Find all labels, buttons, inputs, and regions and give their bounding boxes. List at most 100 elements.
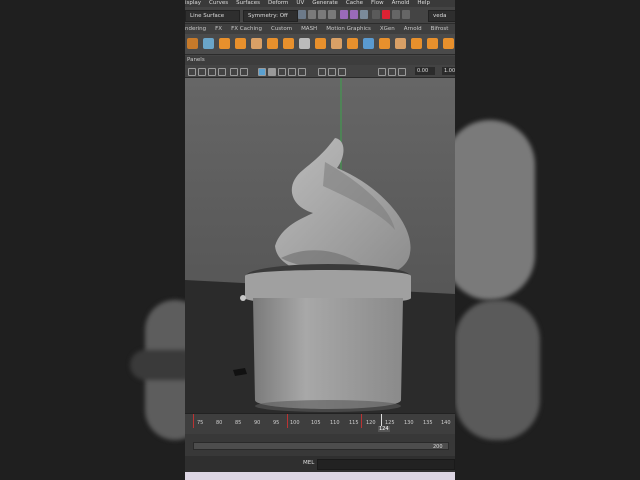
render-settings-icon[interactable] — [360, 10, 368, 19]
range-slider[interactable]: 200 — [185, 434, 455, 456]
panel-menu-bar: Panels — [185, 56, 455, 65]
shelf-tool-8-icon[interactable] — [299, 38, 310, 49]
snap-point-icon[interactable] — [328, 10, 336, 19]
menuset-dropdown[interactable]: Line Surface — [185, 10, 240, 22]
menu-bar: isplay Curves Surfaces Deform UV Generat… — [185, 0, 455, 7]
menu-flow[interactable]: Flow — [371, 0, 384, 7]
wireframe-icon[interactable] — [258, 68, 266, 76]
tick-label: 105 — [311, 420, 321, 426]
symmetry-dropdown[interactable]: Symmetry: Off — [243, 10, 298, 22]
current-frame-label: 124 — [378, 426, 390, 432]
shelf-tool-1-icon[interactable] — [187, 38, 198, 49]
viewport-3d[interactable] — [185, 78, 455, 413]
smooth-shade-icon[interactable] — [268, 68, 276, 76]
shelf-tool-9-icon[interactable] — [315, 38, 326, 49]
maya-window: isplay Curves Surfaces Deform UV Generat… — [185, 0, 455, 480]
mel-label[interactable]: MEL — [303, 460, 314, 466]
textured-icon[interactable] — [278, 68, 286, 76]
command-line: MEL — [185, 456, 455, 472]
taskbar-strip — [185, 472, 455, 480]
tab-custom[interactable]: Custom — [271, 24, 292, 34]
viewport-scene — [185, 78, 455, 413]
image-plane-icon[interactable] — [218, 68, 226, 76]
tab-xgen[interactable]: XGen — [380, 24, 395, 34]
pot-handle — [240, 295, 246, 301]
camera-select-icon[interactable] — [188, 68, 196, 76]
snap-curve-icon[interactable] — [318, 10, 326, 19]
hypershade-icon[interactable] — [372, 10, 380, 19]
lights-icon[interactable] — [288, 68, 296, 76]
menu-arnold[interactable]: Arnold — [392, 0, 410, 7]
render-icon[interactable] — [340, 10, 348, 19]
tick-label: 140 — [441, 420, 451, 426]
pause-icon[interactable] — [402, 10, 410, 19]
tick-label: 75 — [197, 420, 204, 426]
tick-label: 85 — [235, 420, 242, 426]
tab-arnold[interactable]: Arnold — [404, 24, 422, 34]
key-marker — [361, 414, 362, 428]
shelf-tool-10-icon[interactable] — [331, 38, 342, 49]
exposure-icon[interactable] — [378, 68, 386, 76]
gamma-value[interactable]: 1.00 — [442, 67, 455, 75]
shelf-tool-2-icon[interactable] — [203, 38, 214, 49]
shelf-tool-11-icon[interactable] — [347, 38, 358, 49]
time-slider[interactable]: 75 80 85 90 95 100 105 110 115 120 125 1… — [185, 413, 455, 434]
tab-bifrost[interactable]: Bifrost — [431, 24, 449, 34]
play-icon[interactable] — [392, 10, 400, 19]
shelf-tool-5-icon[interactable] — [251, 38, 262, 49]
status-line: Line Surface Symmetry: Off veda — [185, 7, 455, 24]
background-blur-right — [455, 0, 640, 480]
shelf-tool-13-icon[interactable] — [379, 38, 390, 49]
shelf-tabs: ndering FX FX Caching Custom MASH Motion… — [185, 24, 455, 34]
shelf-tool-14-icon[interactable] — [395, 38, 406, 49]
shelf-tool-12-icon[interactable] — [363, 38, 374, 49]
tick-label: 130 — [404, 420, 414, 426]
bookmark-icon[interactable] — [208, 68, 216, 76]
tick-label: 80 — [216, 420, 223, 426]
tick-label: 95 — [273, 420, 280, 426]
shelf-tool-3-icon[interactable] — [219, 38, 230, 49]
shelf-tool-16-icon[interactable] — [427, 38, 438, 49]
snap-grid-icon[interactable] — [308, 10, 316, 19]
shelf-tool-17-icon[interactable] — [443, 38, 454, 49]
menu-curves[interactable]: Curves — [209, 0, 228, 7]
tick-label: 120 — [366, 420, 376, 426]
shelf-tool-4-icon[interactable] — [235, 38, 246, 49]
tab-rendering[interactable]: ndering — [185, 24, 206, 34]
tab-fx[interactable]: FX — [215, 24, 222, 34]
range-end-value[interactable]: 200 — [433, 444, 443, 450]
panels-menu[interactable]: Panels — [185, 57, 205, 63]
menu-surfaces[interactable]: Surfaces — [236, 0, 260, 7]
film-gate-icon[interactable] — [240, 68, 248, 76]
tab-motion-graphics[interactable]: Motion Graphics — [326, 24, 371, 34]
pot-shadow — [255, 400, 401, 412]
command-input[interactable] — [317, 459, 455, 470]
menu-help[interactable]: Help — [417, 0, 430, 7]
background-blur-left — [0, 0, 185, 480]
menu-display[interactable]: isplay — [185, 0, 201, 7]
undo-icon[interactable] — [298, 10, 306, 19]
shelf-tool-6-icon[interactable] — [267, 38, 278, 49]
user-account[interactable]: veda — [428, 10, 455, 22]
isolate-icon[interactable] — [318, 68, 326, 76]
xray-joints-icon[interactable] — [338, 68, 346, 76]
shelf-tool-15-icon[interactable] — [411, 38, 422, 49]
gamma-icon[interactable] — [388, 68, 396, 76]
range-bar[interactable] — [193, 442, 449, 450]
shadows-icon[interactable] — [298, 68, 306, 76]
shelf-tool-7-icon[interactable] — [283, 38, 294, 49]
tick-label: 135 — [423, 420, 433, 426]
menu-cache[interactable]: Cache — [346, 0, 363, 7]
menu-deform[interactable]: Deform — [268, 0, 288, 7]
ipr-render-icon[interactable] — [350, 10, 358, 19]
grid-icon[interactable] — [230, 68, 238, 76]
xray-icon[interactable] — [328, 68, 336, 76]
color-management-icon[interactable] — [398, 68, 406, 76]
menu-generate[interactable]: Generate — [312, 0, 338, 7]
arnold-render-icon[interactable] — [382, 10, 390, 19]
tab-fx-caching[interactable]: FX Caching — [231, 24, 262, 34]
camera-lock-icon[interactable] — [198, 68, 206, 76]
tab-mash[interactable]: MASH — [301, 24, 317, 34]
menu-uv[interactable]: UV — [296, 0, 304, 7]
exposure-value[interactable]: 0.00 — [415, 67, 435, 75]
